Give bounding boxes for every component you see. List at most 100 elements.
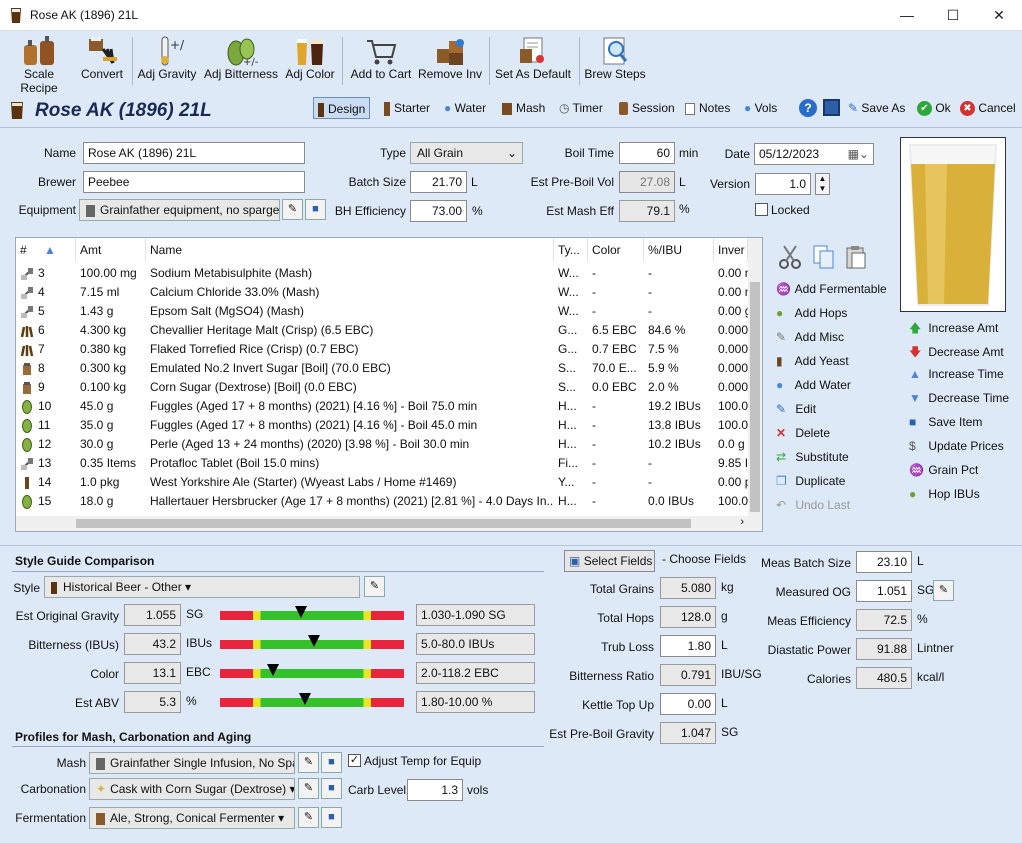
undo-last-button[interactable]: ↶ Undo Last [776, 498, 850, 512]
table-row[interactable]: 15 18.0 g Hallertauer Hersbrucker (Age 17 … [16, 492, 748, 511]
remove-inv-button[interactable]: Remove Inv [417, 35, 483, 91]
hydrometer-icon[interactable]: ✎ [933, 580, 954, 601]
delete-button[interactable]: ✕ Delete [776, 426, 830, 440]
table-row[interactable]: 14 1.0 pkg West Yorkshire Ale (Starter) (W… [16, 473, 750, 492]
copy-icon[interactable] [812, 244, 836, 270]
adj-color-button[interactable]: Adj Color [282, 35, 338, 91]
table-row[interactable]: 9 0.100 kg Corn Sugar (Dextrose) [Boil] (0… [16, 378, 748, 397]
table-row[interactable]: 13 0.35 Items Protafloc Tablet (Boil 15.0 … [16, 454, 748, 473]
stat-value[interactable]: 1.80 [660, 635, 716, 657]
column-header-name[interactable]: Name [146, 238, 554, 262]
carb-level-field[interactable]: 1.3 [407, 779, 463, 801]
cut-icon[interactable] [778, 244, 803, 270]
stat-value[interactable]: 0.00 [660, 693, 716, 715]
adj-bitterness-button[interactable]: +/- Adj Bitterness [202, 35, 280, 91]
table-row[interactable]: 12 30.0 g Perle (Aged 13 + 24 months) (202… [16, 435, 748, 454]
version-field[interactable]: 1.0 [755, 173, 811, 195]
add-to-cart-button[interactable]: Add to Cart [346, 35, 416, 91]
brew-steps-button[interactable]: Brew Steps [583, 35, 647, 91]
brewer-field[interactable]: Peebee [83, 171, 305, 193]
duplicate-button[interactable]: ❐ Duplicate [776, 474, 845, 488]
style-select[interactable]: Historical Beer - Other ▾ [44, 576, 360, 598]
table-row[interactable]: 5 1.43 g Epsom Salt (MgSO4) (Mash) W... - -0.… [16, 302, 750, 321]
tab-design[interactable]: Design [313, 97, 371, 119]
decrease-time-button[interactable]: ▼ Decrease Time [909, 391, 1009, 405]
minimize-button[interactable]: — [884, 0, 930, 31]
mash-profile-select[interactable]: Grainfather Single Infusion, No Spa [89, 752, 295, 774]
tab-timer[interactable]: ◷ Timer [555, 97, 607, 119]
carbonation-select[interactable]: ✦ Cask with Corn Sugar (Dextrose) ▾ [89, 778, 295, 800]
column-header-type[interactable]: Ty... [554, 238, 588, 262]
column-header-color[interactable]: Color [588, 238, 644, 262]
maximize-button[interactable]: ☐ [930, 0, 976, 31]
add-water-button[interactable]: ● Add Water [776, 378, 851, 392]
save-fermentation-icon[interactable]: ■ [321, 807, 342, 828]
bh-efficiency-field[interactable]: 73.00 [410, 200, 467, 222]
chevron-right-icon[interactable]: › [740, 516, 744, 528]
increase-amt-button[interactable]: 🡅 Increase Amt [909, 319, 998, 340]
tab-notes[interactable]: Notes [681, 97, 734, 119]
save-as-button[interactable]: ✎ Save As [844, 97, 909, 119]
horizontal-scrollbar[interactable]: › [16, 516, 762, 531]
fermentation-select[interactable]: Ale, Strong, Conical Fermenter ▾ [89, 807, 295, 829]
scale-recipe-button[interactable]: Scale Recipe [4, 35, 74, 95]
tab-vols[interactable]: ● Vols [740, 97, 781, 119]
add-hops-button[interactable]: ● Add Hops [776, 306, 847, 320]
locked-checkbox[interactable] [755, 203, 768, 216]
edit-fermentation-icon[interactable]: ✎ [298, 807, 319, 828]
update-prices-button[interactable]: $ Update Prices [909, 439, 1004, 453]
measurement-value[interactable]: 23.10 [856, 551, 912, 573]
edit-button[interactable]: ✎ Edit [776, 402, 816, 416]
edit-carbonation-icon[interactable]: ✎ [298, 778, 319, 799]
batch-size-field[interactable]: 21.70 [410, 171, 467, 193]
set-as-default-button[interactable]: Set As Default [493, 35, 573, 91]
table-row[interactable]: 11 35.0 g Fuggles (Aged 17 + 8 months) (20… [16, 416, 748, 435]
adjust-temp-checkbox[interactable]: ✓ [348, 754, 361, 767]
date-field[interactable]: 05/12/2023 ▦⌄ [754, 143, 874, 165]
save-carbonation-icon[interactable]: ■ [321, 778, 342, 799]
boil-time-field[interactable]: 60 [619, 142, 675, 164]
vertical-scrollbar[interactable] [748, 238, 762, 516]
version-spinner[interactable]: ▲ ▼ [815, 173, 830, 195]
help-icon[interactable]: ? [799, 99, 817, 117]
paste-icon[interactable] [844, 244, 868, 270]
column-header-pct-ibu[interactable]: %/IBU [644, 238, 714, 262]
measurement-value[interactable]: 1.051 [856, 580, 912, 602]
ok-button[interactable]: ✔ Ok [913, 97, 955, 119]
tab-session[interactable]: Session [615, 97, 679, 119]
table-row[interactable]: 6 4.300 kg Chevallier Heritage Malt (Crisp… [16, 321, 748, 340]
add-misc-button[interactable]: ✎ Add Misc [776, 330, 844, 344]
edit-mash-icon[interactable]: ✎ [298, 752, 319, 773]
tab-mash[interactable]: Mash [498, 97, 549, 119]
hop-ibus-button[interactable]: ● Hop IBUs [909, 487, 980, 501]
add-yeast-button[interactable]: ▮ Add Yeast [776, 354, 849, 368]
save-item-button[interactable]: ■ Save Item [909, 415, 982, 429]
cancel-button[interactable]: ✖ Cancel [956, 97, 1020, 119]
column-header-amt[interactable]: Amt [76, 238, 146, 262]
save-mash-icon[interactable]: ■ [321, 752, 342, 773]
close-button[interactable]: ✕ [976, 0, 1022, 31]
edit-equipment-icon[interactable]: ✎ [282, 199, 303, 220]
type-select[interactable]: All Grain ⌄ [410, 142, 523, 164]
table-row[interactable]: 3 100.00 mg Sodium Metabisulphite (Mash) W.… [16, 264, 750, 283]
adj-gravity-button[interactable]: +/- Adj Gravity [136, 35, 198, 91]
save-icon[interactable] [823, 99, 840, 116]
column-header-inventory[interactable]: Inver [714, 238, 748, 262]
table-row[interactable]: 10 45.0 g Fuggles (Aged 17 + 8 months) (20… [16, 397, 748, 416]
tab-starter[interactable]: Starter [380, 97, 434, 119]
select-fields-button[interactable]: ▣ Select Fields [564, 550, 655, 572]
calendar-icon[interactable]: ▦⌄ [848, 144, 869, 164]
edit-style-icon[interactable]: ✎ [364, 576, 385, 597]
convert-button[interactable]: Convert [76, 35, 128, 91]
column-header-number[interactable]: # ▲ [16, 238, 76, 262]
table-row[interactable]: 8 0.300 kg Emulated No.2 Invert Sugar [Boi… [16, 359, 748, 378]
substitute-button[interactable]: ⇄ Substitute [776, 450, 849, 464]
equipment-select[interactable]: Grainfather equipment, no sparge [79, 199, 280, 221]
grain-pct-button[interactable]: ♒ Grain Pct [909, 463, 978, 477]
decrease-amt-button[interactable]: 🡇 Decrease Amt [909, 343, 1004, 364]
table-row[interactable]: 4 7.15 ml Calcium Chloride 33.0% (Mash) W..… [16, 283, 750, 302]
table-row[interactable]: 7 0.380 kg Flaked Torrefied Rice (Crisp) (… [16, 340, 748, 359]
name-field[interactable]: Rose AK (1896) 21L [83, 142, 305, 164]
tab-water[interactable]: ● Water [440, 97, 490, 119]
add-fermentable-button[interactable]: ♒ Add Fermentable [776, 282, 887, 296]
